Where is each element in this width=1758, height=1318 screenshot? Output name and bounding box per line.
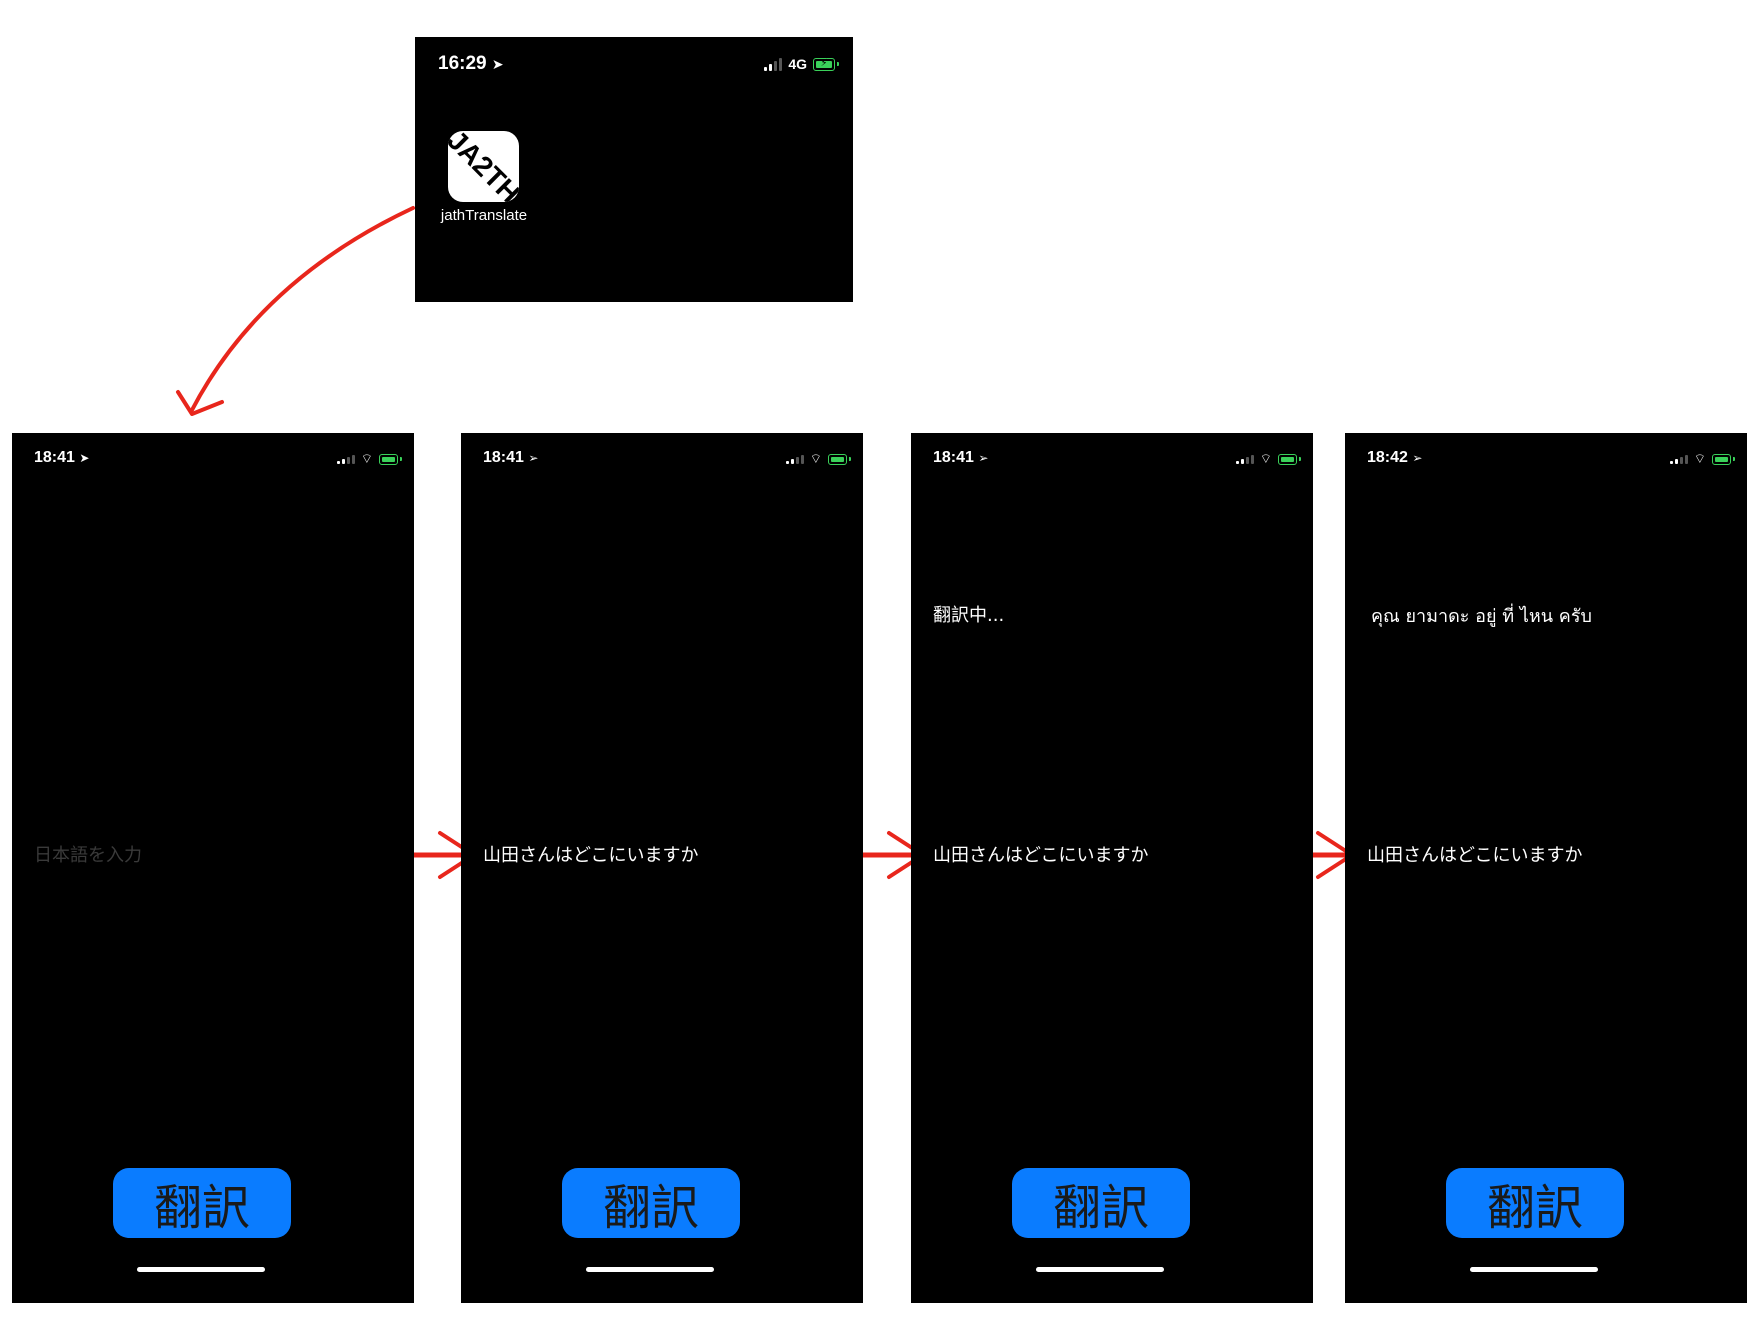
status-time: 18:42: [1367, 449, 1408, 466]
status-time: 18:41: [34, 449, 75, 466]
arrow-home-to-screen1: [190, 206, 415, 412]
app-screen-2: 18:41 ➢ ⌔ 山田さんはどこにいますか 翻訳: [461, 433, 863, 1303]
wifi-icon: ⌔: [1259, 452, 1272, 467]
home-indicator: [137, 1267, 265, 1272]
home-indicator: [1036, 1267, 1164, 1272]
japanese-input[interactable]: 山田さんはどこにいますか: [933, 841, 1148, 867]
app-screen-1: 18:41 ➤ ⌔ 日本語を入力 翻訳: [12, 433, 414, 1303]
location-arrow-icon: ➤: [79, 451, 90, 465]
wifi-icon: ⌔: [1693, 452, 1706, 467]
location-arrow-icon: ➢: [978, 451, 989, 465]
battery-charging-icon: [828, 453, 851, 465]
wifi-icon: ⌔: [809, 452, 822, 467]
location-arrow-icon: ➢: [528, 451, 539, 465]
status-time: 18:41: [483, 449, 524, 466]
translate-button[interactable]: 翻訳: [562, 1168, 740, 1238]
signal-icon: [1235, 454, 1254, 464]
app-screen-4: 18:42 ➢ ⌔ คุณ ยามาดะ อยู่ ที่ ไหน ครับ 山…: [1345, 433, 1747, 1303]
japanese-input[interactable]: 山田さんはどこにいますか: [1367, 841, 1582, 867]
home-indicator: [586, 1267, 714, 1272]
translate-button[interactable]: 翻訳: [113, 1168, 291, 1238]
signal-icon: [1669, 454, 1688, 464]
app-screen-3: 18:41 ➢ ⌔ 翻訳中... 山田さんはどこにいますか 翻訳: [911, 433, 1313, 1303]
translate-button[interactable]: 翻訳: [1446, 1168, 1624, 1238]
translate-button[interactable]: 翻訳: [1012, 1168, 1190, 1238]
status-time: 18:41: [933, 449, 974, 466]
battery-charging-icon: [1278, 453, 1301, 465]
result-label: 翻訳中...: [933, 605, 1005, 626]
signal-icon: [336, 454, 355, 464]
wifi-icon: ⌔: [360, 452, 373, 467]
result-label: คุณ ยามาดะ อยู่ ที่ ไหน ครับ: [1371, 606, 1592, 627]
battery-charging-icon: [1712, 453, 1735, 465]
location-arrow-icon: ➢: [1412, 451, 1423, 465]
japanese-input[interactable]: 山田さんはどこにいますか: [483, 841, 698, 867]
home-indicator: [1470, 1267, 1598, 1272]
signal-icon: [785, 454, 804, 464]
japanese-input[interactable]: 日本語を入力: [34, 841, 142, 867]
battery-charging-icon: [379, 453, 402, 465]
